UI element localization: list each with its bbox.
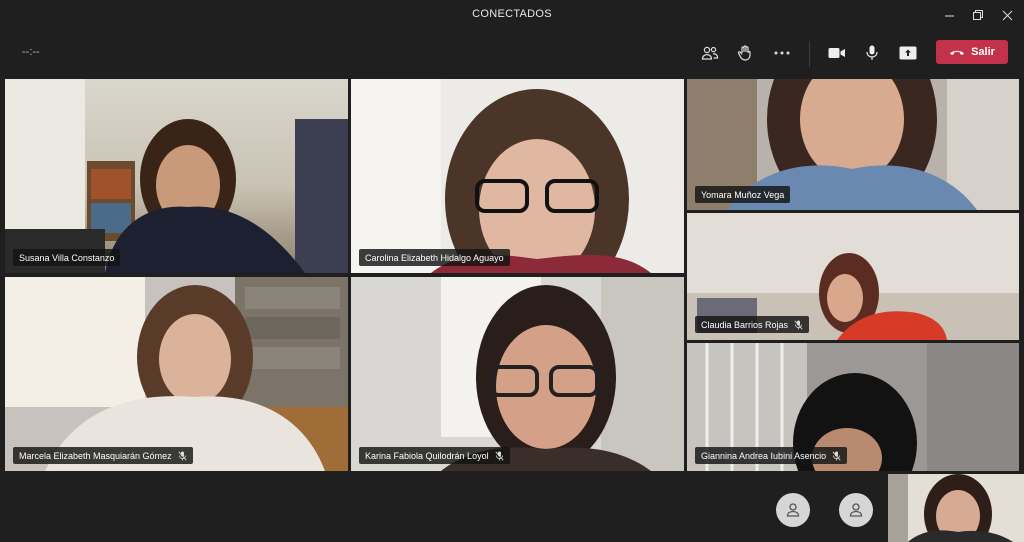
participant-video-tile[interactable]: Susana Villa Constanzo (5, 79, 348, 273)
muted-microphone-icon (794, 320, 803, 329)
restore-icon[interactable] (969, 6, 987, 24)
participant-name: Karina Fabiola Quilodrán Loyol (365, 450, 489, 461)
overflow-participant-avatar[interactable] (776, 493, 810, 527)
participant-name-tag: Carolina Elizabeth Hidalgo Aguayo (359, 249, 510, 266)
window-title: CONECTADOS (472, 8, 552, 20)
call-timer: --:-- (22, 46, 40, 58)
participant-video-tile[interactable]: Carolina Elizabeth Hidalgo Aguayo (351, 79, 684, 273)
muted-microphone-icon (178, 451, 187, 460)
participant-name-tag: Claudia Barrios Rojas (695, 316, 810, 333)
participant-name: Susana Villa Constanzo (19, 252, 115, 263)
participant-name-tag: Karina Fabiola Quilodrán Loyol (359, 447, 510, 464)
participant-name-tag: Yomara Muñoz Vega (695, 186, 791, 203)
participant-name-tag: Marcela Elizabeth Masquiarán Gómez (13, 447, 193, 464)
participant-video (5, 79, 348, 273)
participant-name: Giannina Andrea Iubini Asencio (701, 450, 827, 461)
raise-hand-icon[interactable] (733, 42, 757, 64)
participants-icon[interactable] (698, 42, 722, 64)
muted-microphone-icon (495, 451, 504, 460)
participant-video-tile[interactable]: Karina Fabiola Quilodrán Loyol (351, 277, 684, 471)
participant-name: Marcela Elizabeth Masquiarán Gómez (19, 450, 172, 461)
participant-name: Carolina Elizabeth Hidalgo Aguayo (365, 252, 504, 263)
microphone-icon[interactable] (860, 42, 884, 64)
participant-name-tag: Giannina Andrea Iubini Asencio (695, 447, 848, 464)
person-icon (849, 503, 863, 517)
participant-name: Yomara Muñoz Vega (701, 189, 785, 200)
hang-up-icon (950, 50, 965, 55)
participant-name-tag: Susana Villa Constanzo (13, 249, 121, 266)
meeting-toolbar: --:-- Salir (0, 30, 1024, 76)
toolbar-divider (809, 41, 810, 67)
leave-button-label: Salir (971, 46, 995, 58)
participant-video-tile[interactable]: Giannina Andrea Iubini Asencio (687, 343, 1019, 471)
participant-video-tile[interactable]: Claudia Barrios Rojas (687, 213, 1019, 340)
self-video (888, 474, 1013, 542)
minimize-icon[interactable] (940, 6, 958, 24)
participant-video-tile[interactable]: Yomara Muñoz Vega (687, 79, 1019, 210)
close-icon[interactable] (998, 6, 1016, 24)
camera-icon[interactable] (825, 42, 849, 64)
participant-video (351, 79, 651, 273)
share-screen-icon[interactable] (896, 42, 920, 64)
participant-video-tile[interactable]: Marcela Elizabeth Masquiarán Gómez (5, 277, 348, 471)
self-view-video[interactable] (888, 474, 1024, 542)
participant-video (5, 277, 348, 471)
participant-name: Claudia Barrios Rojas (701, 319, 789, 330)
person-icon (786, 503, 800, 517)
overflow-participant-avatar[interactable] (839, 493, 873, 527)
more-options-icon[interactable] (770, 42, 794, 64)
muted-microphone-icon (832, 451, 841, 460)
participant-video (441, 277, 684, 471)
leave-button[interactable]: Salir (936, 40, 1008, 64)
window-title-bar: CONECTADOS (0, 0, 1024, 30)
